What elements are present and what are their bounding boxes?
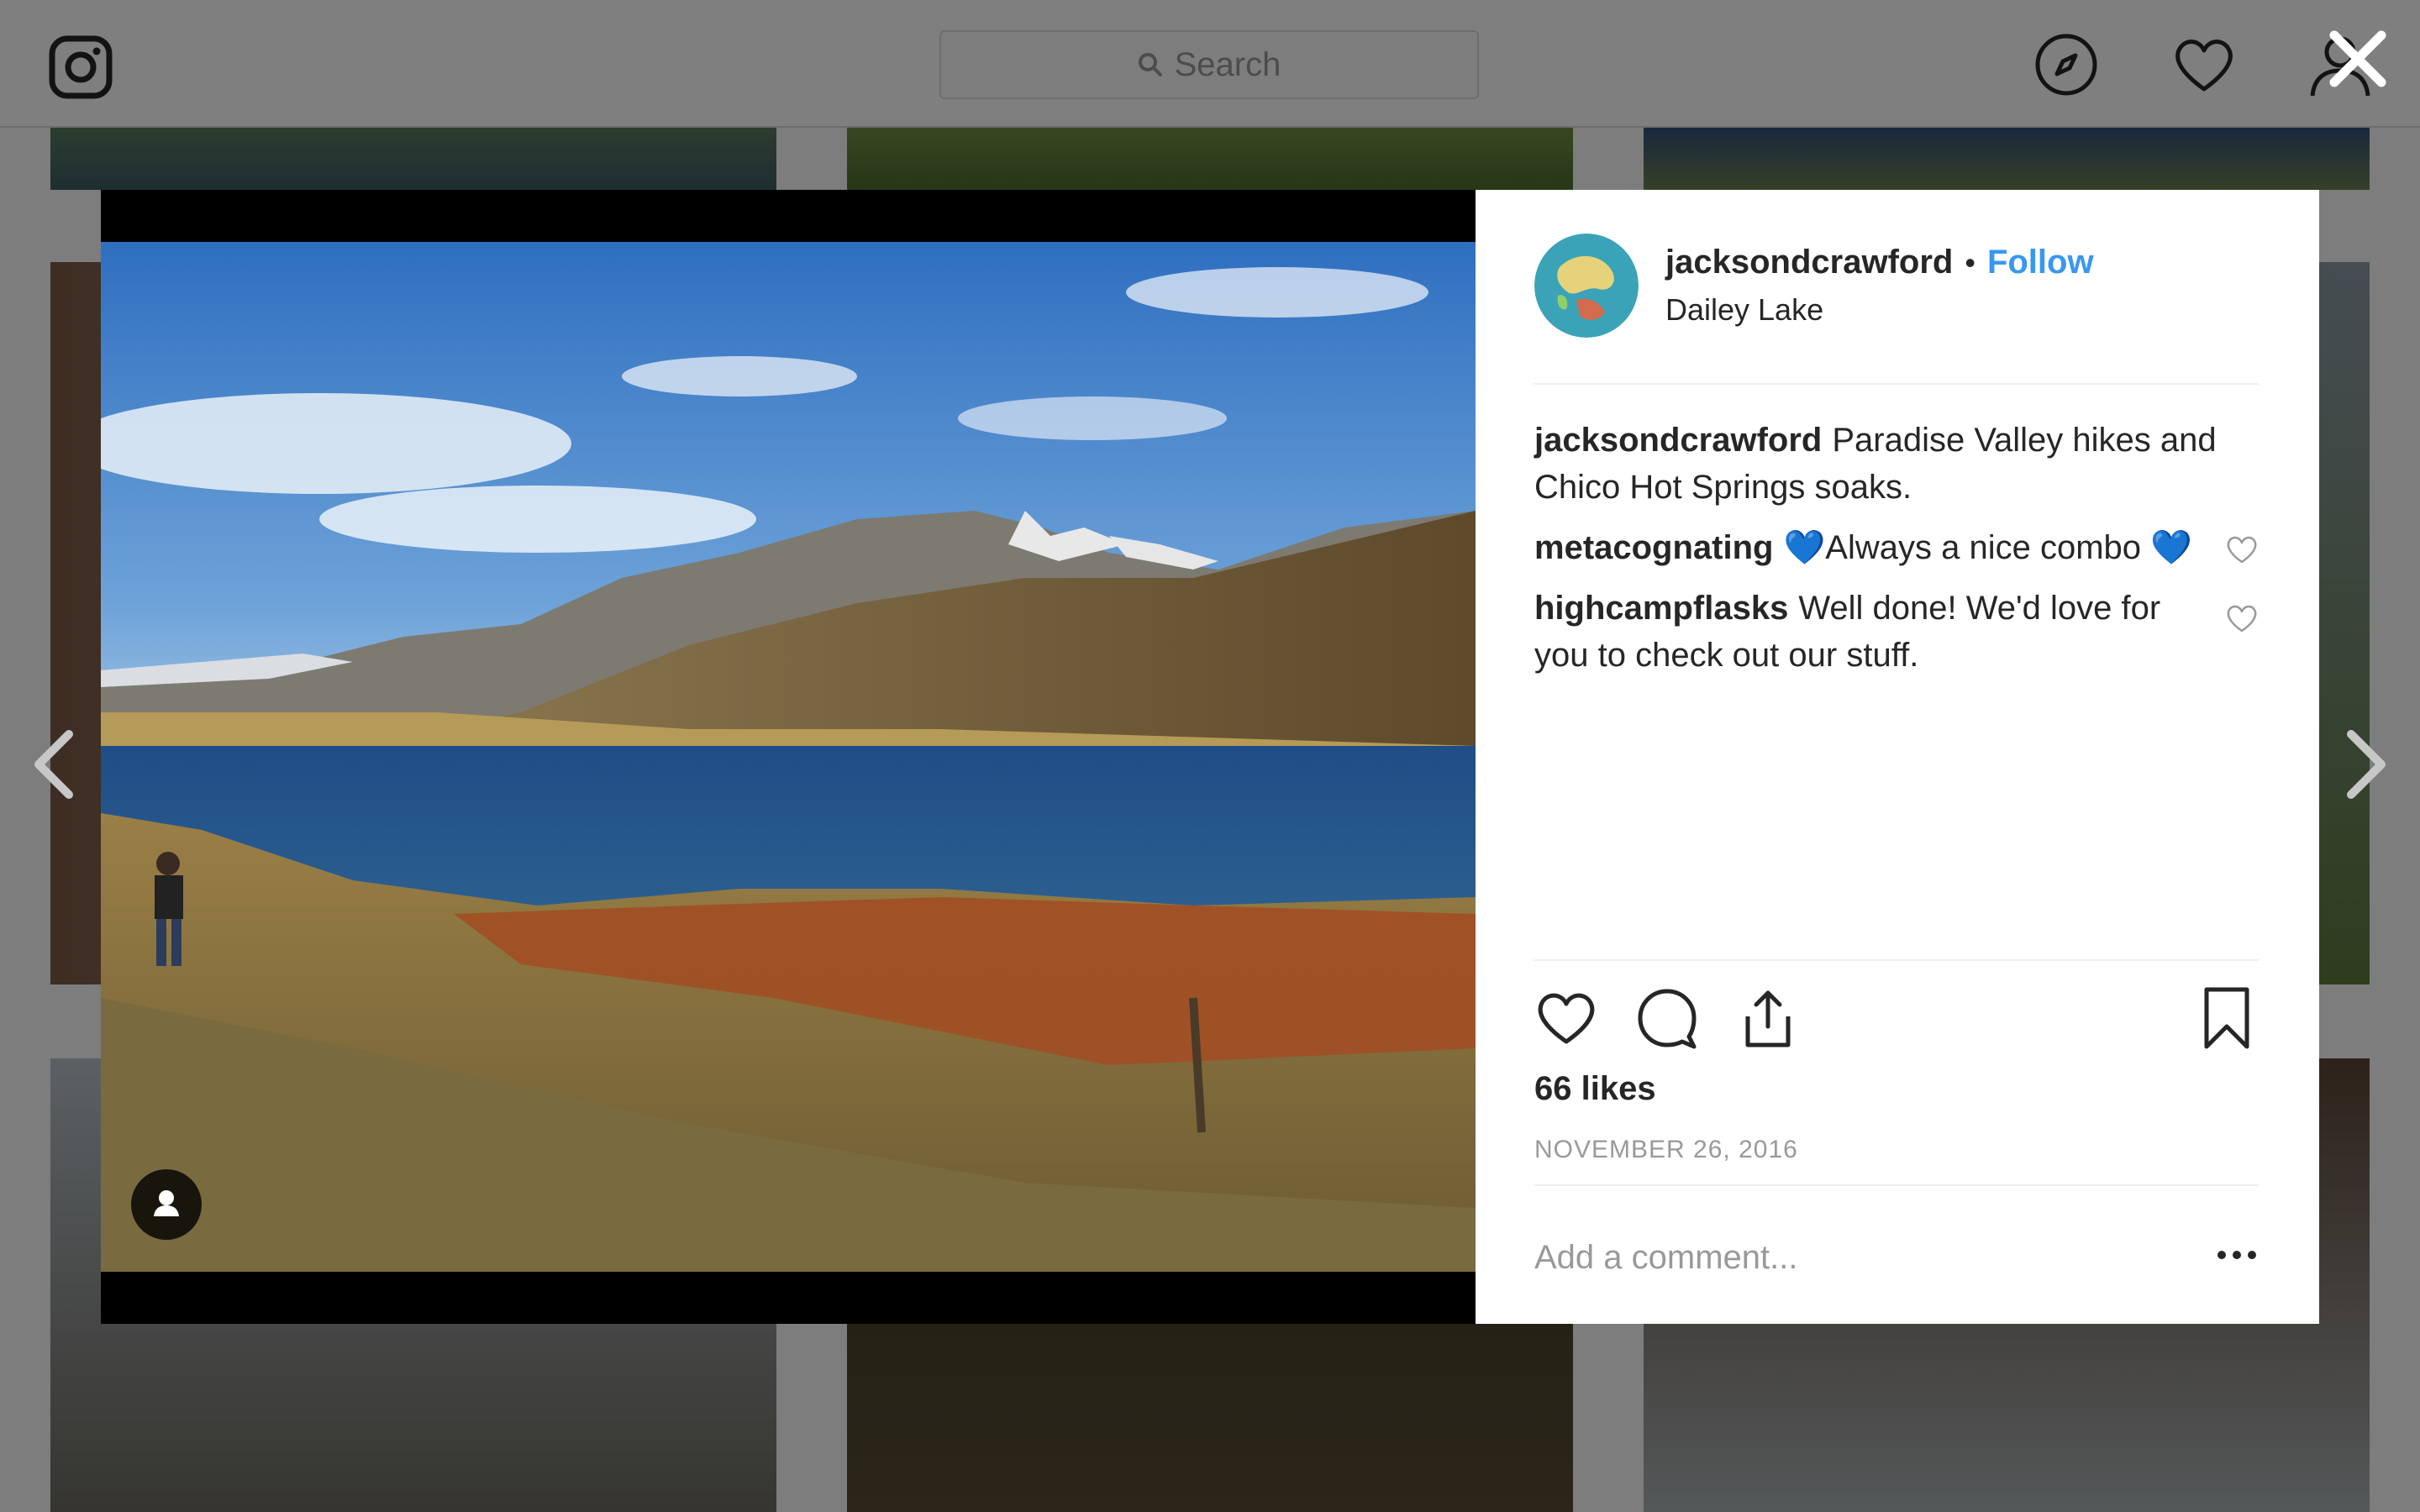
bookmark-icon[interactable] [2195,986,2259,1050]
post-actions-bar [1534,986,2259,1053]
post-date: NOVEMBER 26, 2016 [1534,1136,1798,1163]
separator-dot: • [1965,244,1975,280]
chevron-left-icon[interactable] [24,722,82,806]
owner-avatar[interactable] [1534,234,1639,338]
comment-username-link[interactable]: metacognating [1534,529,1773,566]
actions-divider [1534,959,2259,961]
user-tag-icon [154,1190,179,1216]
like-heart-icon[interactable] [1534,986,1598,1050]
header-divider [1534,383,2259,385]
chevron-right-icon[interactable] [2338,722,2396,806]
share-icon[interactable] [1736,986,1800,1050]
tagged-users-button[interactable] [131,1169,202,1240]
comment-item: highcampflasks Well done! We'd love for y… [1534,585,2259,679]
location-link[interactable]: Dailey Lake [1665,292,1823,328]
comment-username-link[interactable]: highcampflasks [1534,590,1788,627]
post-details-panel: jacksondcrawford • Follow Dailey Lake ja… [1476,190,2319,1324]
owner-username-link[interactable]: jacksondcrawford [1665,244,1953,281]
comment-divider [1534,1184,2259,1186]
post-photo [101,242,1476,1272]
comment-bubble-icon[interactable] [1635,986,1699,1050]
avatar-image [1534,234,1639,338]
comment-like-heart-icon[interactable] [2225,601,2259,635]
post-header: jacksondcrawford • Follow [1665,244,2094,281]
comment-text: 💙Always a nice combo 💙 [1783,529,2192,566]
follow-button[interactable]: Follow [1987,244,2094,281]
post-caption: jacksondcrawford Paradise Valley hikes an… [1534,417,2259,511]
caption-username-link[interactable]: jacksondcrawford [1534,422,1822,459]
comment-like-heart-icon[interactable] [2225,533,2259,566]
likes-count[interactable]: 66 likes [1534,1070,1656,1108]
comment-item: metacognating 💙Always a nice combo 💙 [1534,524,2259,571]
more-options-icon[interactable] [2215,1233,2259,1277]
add-comment-input[interactable] [1534,1228,2173,1287]
comments-list: jacksondcrawford Paradise Valley hikes an… [1534,417,2259,692]
close-icon[interactable] [2324,25,2391,92]
post-photo-container[interactable] [101,190,1476,1324]
